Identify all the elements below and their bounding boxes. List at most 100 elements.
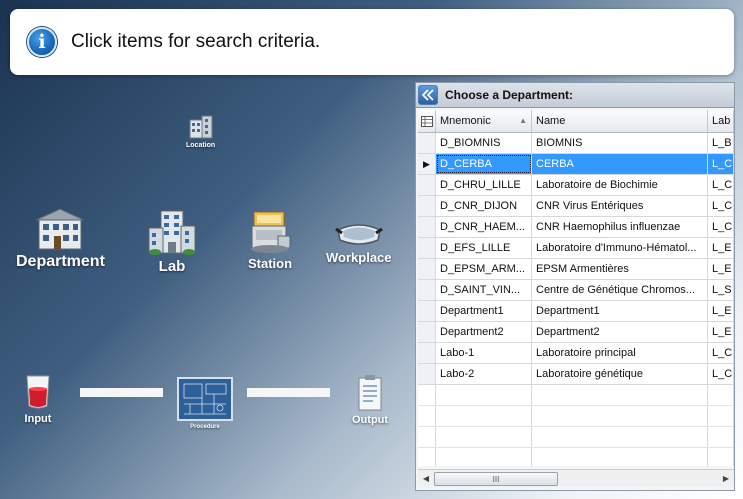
cell-lab[interactable]: L_C — [708, 175, 734, 195]
output-node[interactable]: Output — [352, 374, 388, 426]
empty-row — [418, 406, 734, 427]
table-row[interactable]: Labo-1 Laboratoire principal L_C — [418, 343, 734, 364]
cell-lab[interactable]: L_C — [708, 217, 734, 237]
cell-mnemonic[interactable]: Department1 — [436, 301, 532, 321]
cell-name[interactable]: Laboratoire de Biochimie — [532, 175, 708, 195]
cell-lab[interactable]: L_E — [708, 301, 734, 321]
row-indicator — [418, 448, 436, 466]
procedure-label: Procedure — [190, 424, 220, 430]
cell-name[interactable]: Centre de Génétique Chromos... — [532, 280, 708, 300]
cell-name[interactable]: Laboratoire principal — [532, 343, 708, 363]
table-row[interactable]: ▶ D_CERBA CERBA L_C — [418, 154, 734, 175]
cell-lab[interactable]: L_B — [708, 133, 734, 153]
cell-name[interactable]: BIOMNIS — [532, 133, 708, 153]
column-chooser-button[interactable] — [418, 110, 436, 132]
scroll-left-button[interactable]: ◀ — [418, 471, 434, 487]
department-label: Department — [16, 253, 105, 270]
banner-text: Click items for search criteria. — [71, 31, 321, 52]
empty-cell — [532, 448, 708, 466]
horizontal-scrollbar[interactable]: ◀ III ▶ — [418, 469, 734, 487]
empty-row — [418, 427, 734, 448]
cell-name[interactable]: Laboratoire d'Immuno-Hématol... — [532, 238, 708, 258]
lab-node[interactable]: Lab — [145, 208, 199, 275]
row-indicator — [418, 259, 436, 279]
column-header-mnemonic[interactable]: Mnemonic ▲ — [436, 110, 532, 132]
cell-name[interactable]: Department1 — [532, 301, 708, 321]
table-row[interactable]: D_BIOMNIS BIOMNIS L_B — [418, 133, 734, 154]
row-indicator — [418, 238, 436, 258]
workplace-node[interactable]: Workplace — [326, 220, 392, 265]
table-row[interactable]: D_CNR_HAEM... CNR Haemophilus influenzae L… — [418, 217, 734, 238]
column-header-mnemonic-label: Mnemonic — [440, 115, 491, 127]
table-row[interactable]: D_EFS_LILLE Laboratoire d'Immuno-Hématol.… — [418, 238, 734, 259]
input-icon — [26, 375, 50, 409]
row-indicator — [418, 385, 436, 405]
column-header-lab-label: Lab — [712, 115, 731, 127]
table-row[interactable]: Labo-2 Laboratoire génétique L_C — [418, 364, 734, 385]
empty-row — [418, 448, 734, 466]
column-header-name-label: Name — [536, 115, 566, 127]
panel-title: Choose a Department: — [445, 88, 574, 102]
scrollbar-thumb[interactable]: III — [434, 472, 558, 486]
cell-lab[interactable]: L_E — [708, 322, 734, 342]
cell-name[interactable]: CERBA — [532, 154, 708, 174]
table-row[interactable]: D_SAINT_VIN... Centre de Génétique Chromo… — [418, 280, 734, 301]
cell-name[interactable]: Laboratoire génétique — [532, 364, 708, 384]
cell-mnemonic[interactable]: D_CHRU_LILLE — [436, 175, 532, 195]
empty-cell — [532, 427, 708, 447]
output-icon — [358, 375, 382, 411]
lab-icon — [148, 210, 196, 255]
cell-mnemonic[interactable]: D_CNR_DIJON — [436, 196, 532, 216]
cell-mnemonic[interactable]: D_EFS_LILLE — [436, 238, 532, 258]
table-row[interactable]: D_CNR_DIJON CNR Virus Entériques L_C — [418, 196, 734, 217]
procedure-node[interactable]: Procedure — [176, 376, 234, 430]
input-node[interactable]: Input — [22, 373, 54, 425]
collapse-icon — [421, 89, 434, 101]
row-indicator — [418, 364, 436, 384]
location-icon — [189, 115, 213, 139]
table-row[interactable]: Department2 Department2 L_E — [418, 322, 734, 343]
row-indicator — [418, 322, 436, 342]
station-node[interactable]: Station — [248, 210, 292, 271]
cell-name[interactable]: Department2 — [532, 322, 708, 342]
row-indicator — [418, 406, 436, 426]
location-node[interactable]: Location — [186, 114, 215, 149]
workplace-icon — [334, 224, 383, 245]
info-banner: i Click items for search criteria. — [10, 9, 734, 75]
cell-mnemonic[interactable]: Labo-1 — [436, 343, 532, 363]
cell-mnemonic[interactable]: D_CNR_HAEM... — [436, 217, 532, 237]
row-indicator — [418, 427, 436, 447]
table-row[interactable]: D_CHRU_LILLE Laboratoire de Biochimie L_C — [418, 175, 734, 196]
cell-mnemonic[interactable]: Department2 — [436, 322, 532, 342]
row-indicator — [418, 217, 436, 237]
cell-lab[interactable]: L_E — [708, 259, 734, 279]
cell-lab[interactable]: L_C — [708, 343, 734, 363]
cell-mnemonic[interactable]: D_BIOMNIS — [436, 133, 532, 153]
workplace-label: Workplace — [326, 250, 392, 265]
cell-lab[interactable]: L_S — [708, 280, 734, 300]
table-row[interactable]: Department1 Department1 L_E — [418, 301, 734, 322]
cell-mnemonic[interactable]: D_EPSM_ARM... — [436, 259, 532, 279]
empty-cell — [436, 427, 532, 447]
cell-name[interactable]: CNR Haemophilus influenzae — [532, 217, 708, 237]
input-connector — [80, 388, 163, 397]
cell-lab[interactable]: L_C — [708, 154, 734, 174]
department-node[interactable]: Department — [16, 205, 105, 271]
cell-name[interactable]: EPSM Armentières — [532, 259, 708, 279]
empty-cell — [708, 448, 734, 466]
column-header-lab[interactable]: Lab — [708, 110, 734, 132]
cell-lab[interactable]: L_E — [708, 238, 734, 258]
collapse-button[interactable] — [418, 85, 438, 105]
cell-mnemonic[interactable]: Labo-2 — [436, 364, 532, 384]
table-row[interactable]: D_EPSM_ARM... EPSM Armentières L_E — [418, 259, 734, 280]
location-label: Location — [186, 142, 216, 149]
cell-name[interactable]: CNR Virus Entériques — [532, 196, 708, 216]
cell-lab[interactable]: L_C — [708, 364, 734, 384]
scroll-right-button[interactable]: ▶ — [718, 471, 734, 487]
cell-mnemonic[interactable]: D_SAINT_VIN... — [436, 280, 532, 300]
grid-header: Mnemonic ▲ Name Lab — [418, 110, 734, 133]
column-header-name[interactable]: Name — [532, 110, 708, 132]
cell-lab[interactable]: L_C — [708, 196, 734, 216]
empty-cell — [532, 385, 708, 405]
cell-mnemonic[interactable]: D_CERBA — [436, 154, 532, 174]
